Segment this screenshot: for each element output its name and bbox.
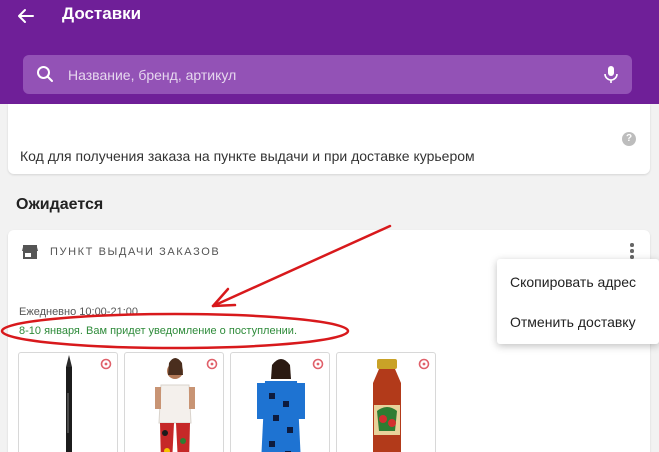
menu-item-cancel-delivery[interactable]: Отменить доставку [510,314,636,330]
pickup-hours: Ежедневно 10:00-21:00 [19,306,138,318]
app-bar: Доставки [0,0,659,104]
pickup-code-card: Код для получения заказа на пункте выдач… [8,104,650,174]
search-input[interactable] [68,55,588,94]
tag-icon [100,358,112,370]
pickup-point-label: ПУНКТ ВЫДАЧИ ЗАКАЗОВ [50,246,221,258]
pickup-code-description: Код для получения заказа на пункте выдач… [20,148,475,164]
store-icon [22,245,38,259]
product-thumb-dress[interactable] [230,352,330,452]
product-thumb-pencil[interactable] [18,352,118,452]
menu-item-copy-address[interactable]: Скопировать адрес [510,274,636,290]
search-icon [37,66,53,82]
delivery-date-note: 8-10 января. Вам придет уведомление о по… [19,325,298,337]
section-title-expected: Ожидается [16,196,104,213]
tag-icon [206,358,218,370]
help-icon[interactable]: ? [622,132,636,146]
tag-icon [312,358,324,370]
tag-icon [418,358,430,370]
page-title: Доставки [62,4,142,23]
product-thumb-tshirt[interactable] [124,352,224,452]
product-thumb-sauce[interactable] [336,352,436,452]
options-menu: Скопировать адрес Отменить доставку [497,259,659,344]
arrow-left-icon [18,9,34,23]
search-bar[interactable] [23,55,632,94]
mic-icon[interactable] [602,65,620,84]
back-button[interactable] [14,4,38,28]
